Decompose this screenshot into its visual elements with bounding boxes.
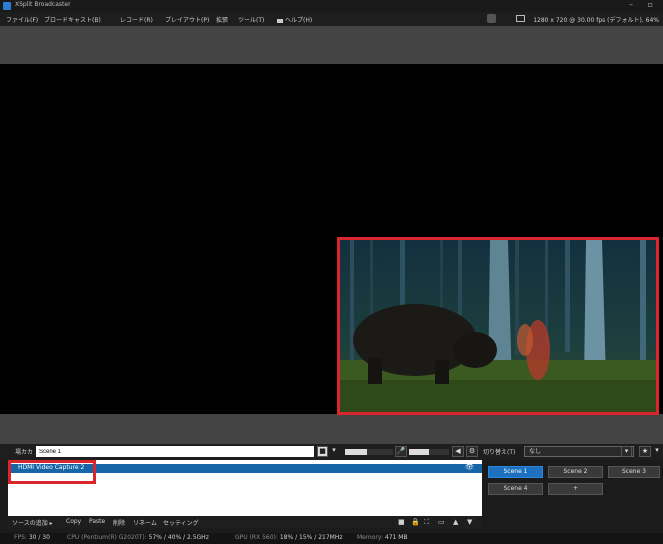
menu-help[interactable]: ヘルプ(H): [277, 15, 312, 24]
paste-button[interactable]: Paste: [89, 518, 105, 525]
menu-record[interactable]: レコード(R): [120, 15, 153, 24]
menu-broadcast[interactable]: ブロードキャスト(B): [44, 15, 101, 24]
monitor-icon: [516, 15, 525, 22]
move-down-icon[interactable]: ▼: [467, 518, 472, 526]
menu-file[interactable]: ファイル(F): [6, 15, 38, 24]
video-source-preview[interactable]: [337, 237, 659, 415]
window-controls[interactable]: – ▫: [629, 0, 659, 9]
fit-icon[interactable]: ⛶: [424, 518, 429, 527]
preview-mode-button[interactable]: ■: [317, 446, 328, 457]
memory-value: 471 MB: [384, 534, 408, 541]
folder-icon[interactable]: ■: [398, 518, 405, 526]
add-source-button[interactable]: ソースの追加 ▸: [12, 518, 53, 527]
menu-help-label: ヘルプ(H): [285, 17, 313, 24]
rename-button[interactable]: リネーム: [133, 518, 157, 527]
gpu-label: GPU (RX 560):: [235, 534, 278, 541]
dropdown-arrow-icon[interactable]: ▾: [330, 446, 338, 457]
settings-gear-icon[interactable]: ⚙: [466, 446, 478, 457]
microphone-icon[interactable]: 🎤: [395, 446, 407, 457]
scene-1-button[interactable]: Scene 1: [488, 466, 543, 478]
fps-label: FPS:: [14, 534, 27, 541]
transition-select[interactable]: なし: [524, 446, 634, 457]
microphone-volume-meter[interactable]: [409, 449, 449, 455]
window-title: XSplit Broadcaster: [15, 1, 71, 8]
preview-bottom-band: [0, 414, 663, 444]
cpu-value: 57% / 40% / 2.5GHz: [148, 534, 209, 541]
scene-4-button[interactable]: Scene 4: [488, 483, 543, 495]
gpu-stat: GPU (RX 560): 18% / 15% / 217MHz: [235, 534, 342, 541]
settings-button[interactable]: セッティング: [163, 518, 199, 527]
memory-stat: Memory: 471 MB: [357, 534, 408, 541]
gpu-value: 18% / 15% / 217MHz: [279, 534, 343, 541]
transition-label: 切り替え(T): [483, 449, 516, 456]
cpu-stat: CPU (Pentium(R) G2020T): 57% / 40% / 2.5…: [67, 534, 209, 541]
transition-dropdown-icon[interactable]: ▾: [621, 446, 632, 457]
scene-3-button[interactable]: Scene 3: [608, 466, 660, 478]
lock-icon[interactable]: 🔒: [411, 518, 420, 526]
menu-bar: ファイル(F) ブロードキャスト(B) レコード(R) プレイアウト(P) 拡張…: [0, 12, 663, 26]
fps-stat: FPS: 30 / 30: [14, 534, 50, 541]
speaker-icon[interactable]: ◀: [452, 446, 464, 457]
scene-settings-icon[interactable]: [487, 14, 496, 23]
visibility-eye-icon[interactable]: 👁: [465, 463, 474, 471]
delete-button[interactable]: 削除: [113, 518, 125, 527]
menu-playout[interactable]: プレイアウト(P): [165, 15, 209, 24]
copy-button[interactable]: Copy: [66, 518, 81, 525]
scene-2-button[interactable]: Scene 2: [548, 466, 603, 478]
menu-tools[interactable]: ツール(T): [238, 15, 264, 24]
scene-label: 場カカ: [15, 449, 34, 456]
move-up-icon[interactable]: ▲: [453, 518, 458, 526]
scene-name-input[interactable]: [36, 446, 314, 457]
screen-icon[interactable]: ▭: [438, 518, 445, 526]
bear-in-forest-image: [340, 240, 656, 412]
cpu-label: CPU (Pentium(R) G2020T):: [67, 534, 147, 541]
preview-top-band: [0, 26, 663, 64]
add-scene-button[interactable]: +: [548, 483, 603, 495]
menu-extensions[interactable]: 拡張: [216, 15, 228, 24]
pin-icon[interactable]: ★: [639, 446, 651, 457]
help-icon: [277, 18, 283, 23]
title-bar: [0, 0, 663, 12]
app-logo-icon: [3, 2, 11, 10]
resolution-selector[interactable]: 1280 x 720 @ 30.00 fps (デフォルト), 64%: [533, 15, 659, 24]
memory-label: Memory:: [357, 534, 383, 541]
fps-value: 30 / 30: [28, 534, 50, 541]
system-volume-meter[interactable]: [345, 449, 393, 455]
pin-dropdown-icon[interactable]: ▾: [653, 446, 661, 457]
source-highlight-frame: [8, 460, 96, 484]
